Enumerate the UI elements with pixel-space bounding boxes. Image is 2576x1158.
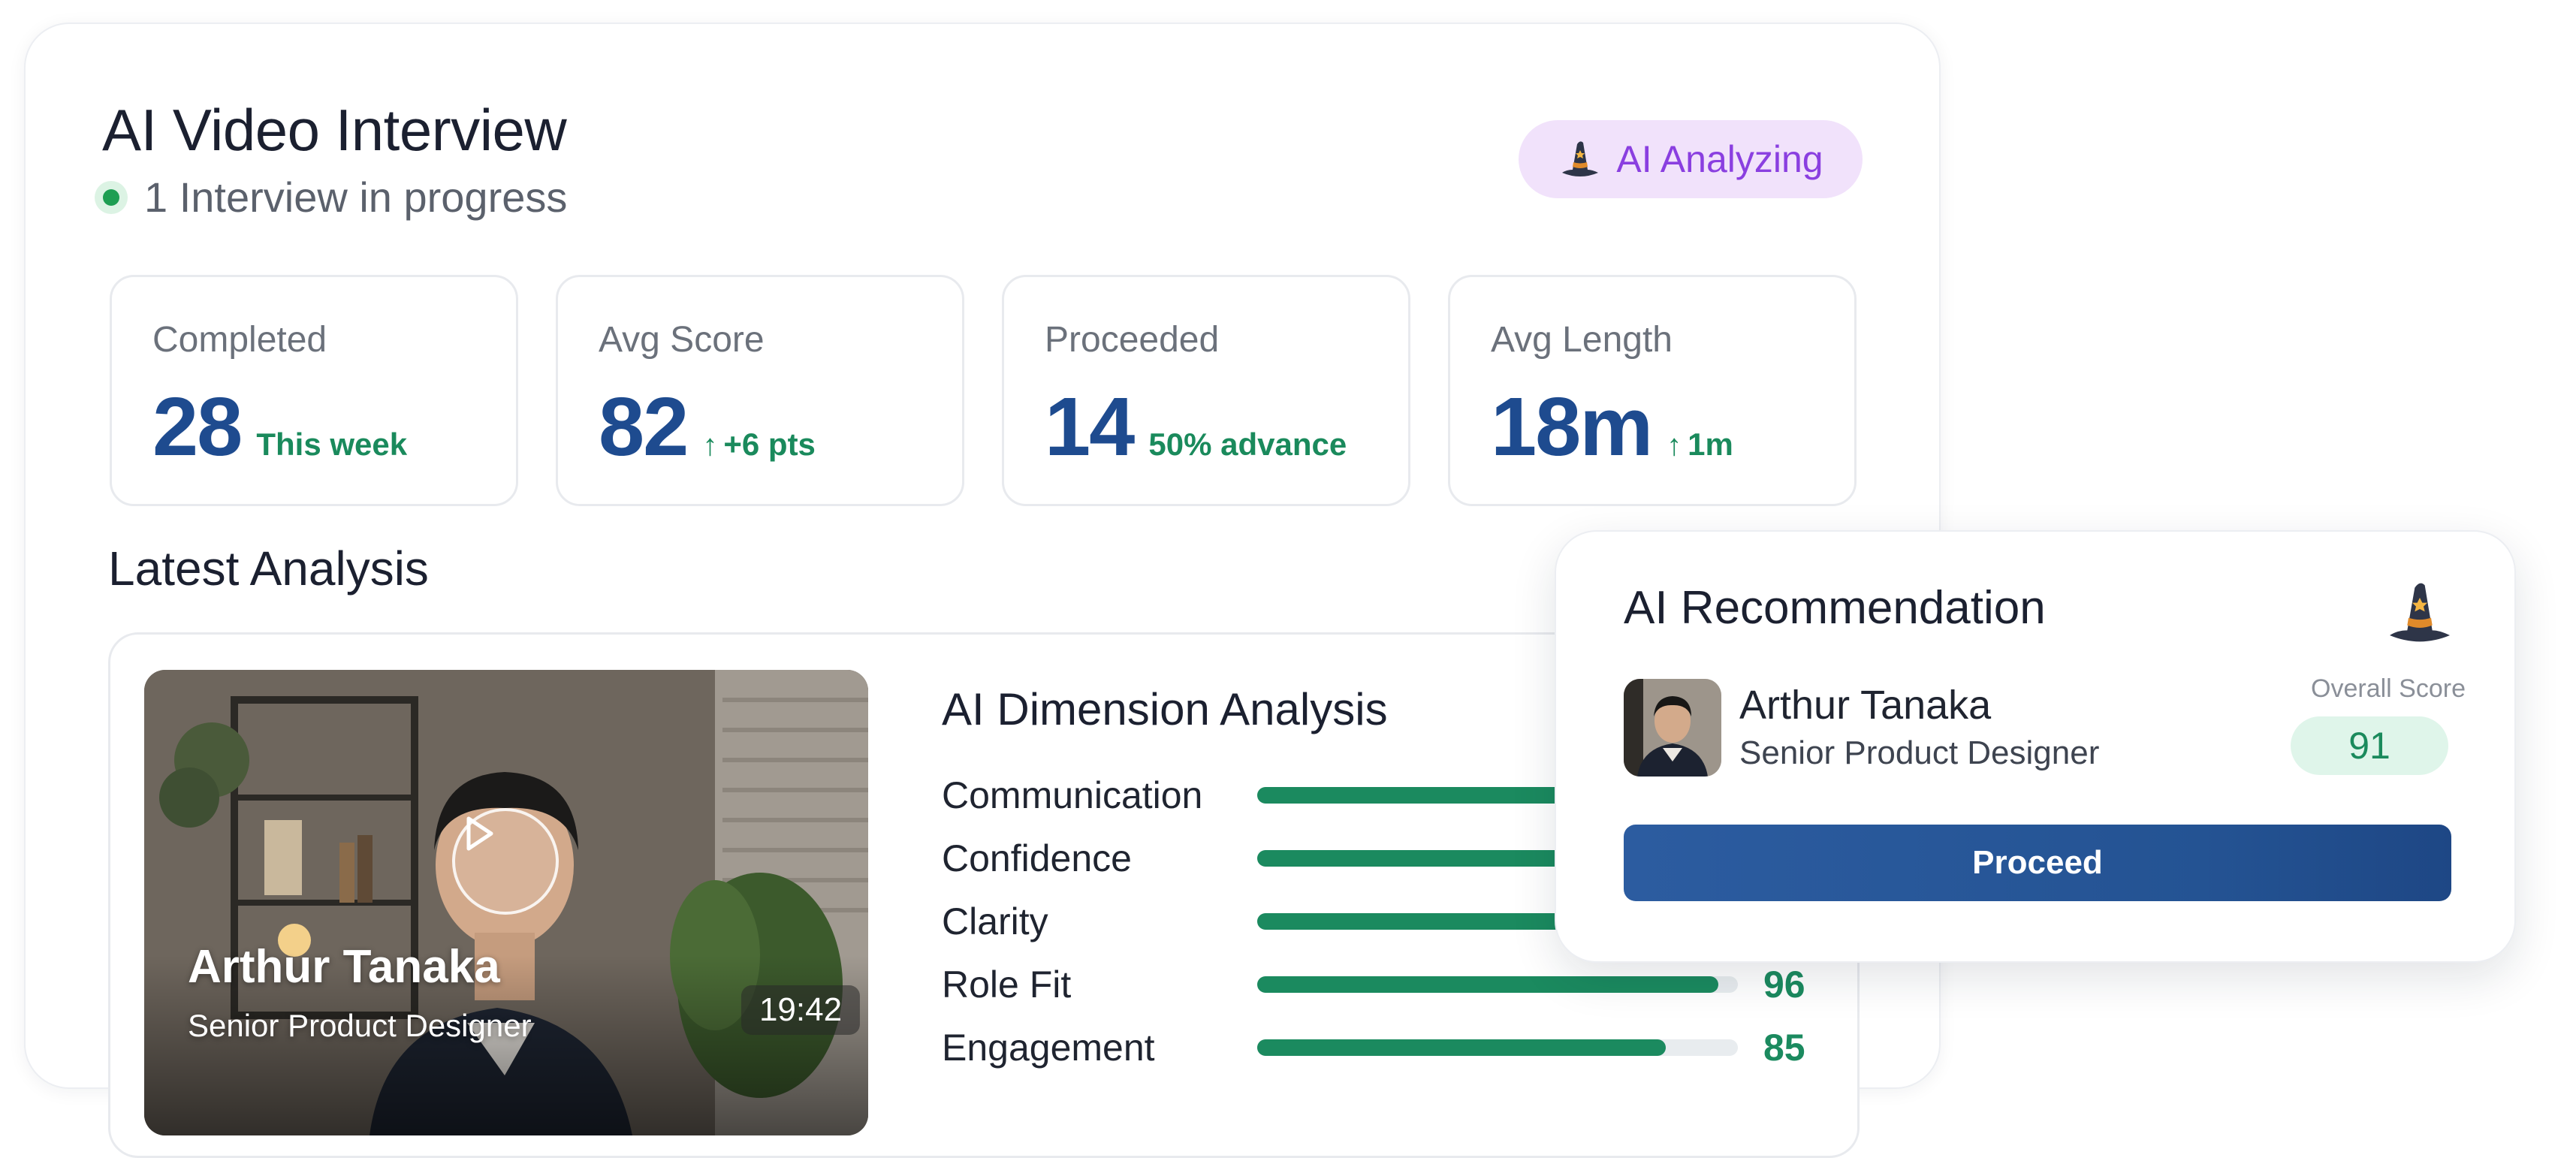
stat-label: Proceeded <box>1045 320 1220 360</box>
dimension-bar-fill <box>1257 976 1719 993</box>
dimension-score: 85 <box>1763 1027 1805 1069</box>
video-player[interactable]: Arthur Tanaka Senior Product Designer 19… <box>144 670 868 1135</box>
stat-sub: ↑ +6 pts <box>702 427 816 462</box>
overall-score-label: Overall Score <box>2311 674 2466 703</box>
stat-sub: 50% advance <box>1148 427 1347 462</box>
arrow-up-icon: ↑ <box>702 429 718 462</box>
stat-card-proceeded: Proceeded 14 50% advance <box>1002 275 1410 506</box>
candidate-role: Senior Product Designer <box>1739 734 2100 771</box>
status-text: 1 Interview in progress <box>144 173 568 221</box>
dimension-label: Confidence <box>942 837 1132 879</box>
arrow-up-icon: ↑ <box>1667 429 1682 462</box>
play-icon <box>466 816 493 851</box>
dimension-row: Role Fit 96 <box>942 958 1820 1011</box>
dimension-bar-track <box>1257 1039 1738 1056</box>
proceed-button[interactable]: Proceed <box>1624 825 2451 901</box>
avatar <box>1624 679 1721 777</box>
dimension-label: Clarity <box>942 900 1048 942</box>
video-candidate-name: Arthur Tanaka <box>188 941 500 993</box>
dimension-row: Engagement 85 <box>942 1021 1820 1074</box>
dimension-label: Communication <box>942 774 1203 816</box>
stat-card-avg-score: Avg Score 82 ↑ +6 pts <box>556 275 964 506</box>
dimension-label: Engagement <box>942 1027 1155 1069</box>
dimension-analysis-title: AI Dimension Analysis <box>942 684 1388 734</box>
stat-label: Completed <box>152 320 327 360</box>
stat-card-avg-length: Avg Length 18m ↑ 1m <box>1448 275 1857 506</box>
stat-value: 18m <box>1491 381 1653 473</box>
dimension-label: Role Fit <box>942 963 1072 1006</box>
ai-analyzing-label: AI Analyzing <box>1616 138 1823 180</box>
stat-label: Avg Score <box>599 320 765 360</box>
dimension-bar-track <box>1257 976 1738 993</box>
page-title: AI Video Interview <box>102 97 567 163</box>
ai-analyzing-badge[interactable]: AI Analyzing <box>1519 120 1863 198</box>
stat-value: 28 <box>152 381 243 473</box>
dimension-bar-fill <box>1257 1039 1666 1056</box>
stat-card-completed: Completed 28 This week <box>110 275 518 506</box>
interview-status: 1 Interview in progress <box>95 173 567 222</box>
wizard-hat-icon <box>1558 137 1603 182</box>
stat-value: 14 <box>1045 381 1135 473</box>
stat-label: Avg Length <box>1491 320 1673 360</box>
stat-sub: ↑ 1m <box>1667 427 1733 462</box>
candidate-name: Arthur Tanaka <box>1739 683 1992 728</box>
status-dot-icon <box>95 180 128 214</box>
section-title: Latest Analysis <box>108 541 429 596</box>
ai-recommendation-card: AI Recommendation Arthur Tanaka Senior P… <box>1555 530 2516 963</box>
wizard-hat-icon <box>2382 575 2457 654</box>
video-candidate-role: Senior Product Designer <box>188 1008 532 1043</box>
stat-sub: This week <box>256 427 408 462</box>
overall-score-badge: 91 <box>2291 716 2448 775</box>
stat-value: 82 <box>599 381 689 473</box>
recommendation-title: AI Recommendation <box>1624 582 2046 634</box>
play-button[interactable] <box>452 808 559 915</box>
video-duration: 19:42 <box>741 985 861 1035</box>
dimension-score: 96 <box>1763 963 1805 1006</box>
